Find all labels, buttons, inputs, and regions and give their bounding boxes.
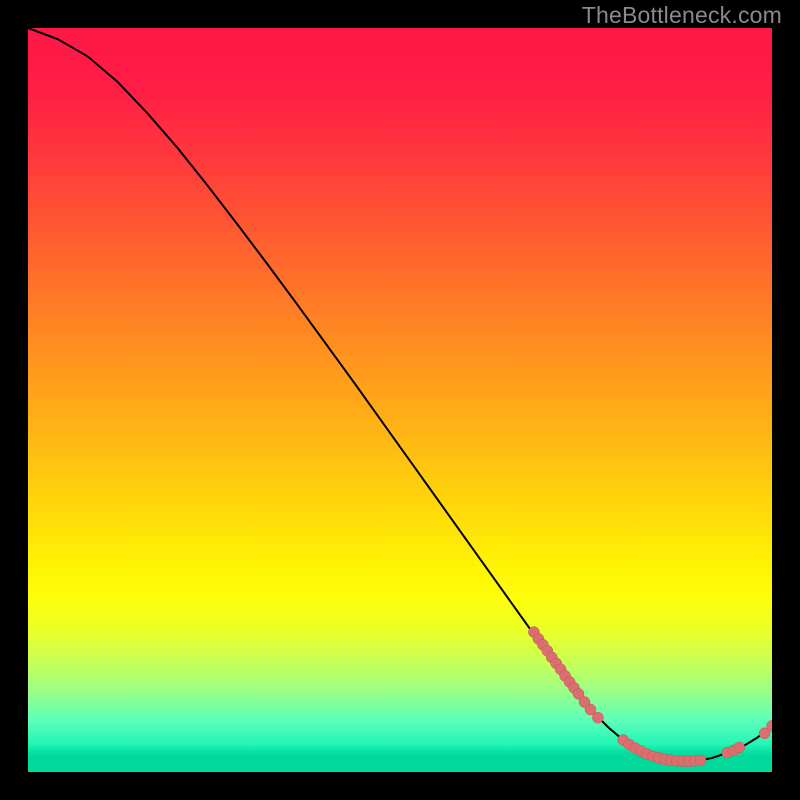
- plot-area: [28, 28, 772, 772]
- data-point: [695, 755, 706, 766]
- data-point: [734, 742, 745, 753]
- chart-frame: TheBottleneck.com: [0, 0, 800, 800]
- data-point: [592, 712, 603, 723]
- watermark-text: TheBottleneck.com: [582, 2, 782, 29]
- data-points: [528, 627, 772, 767]
- bottleneck-curve: [28, 28, 772, 762]
- curve-svg: [28, 28, 772, 772]
